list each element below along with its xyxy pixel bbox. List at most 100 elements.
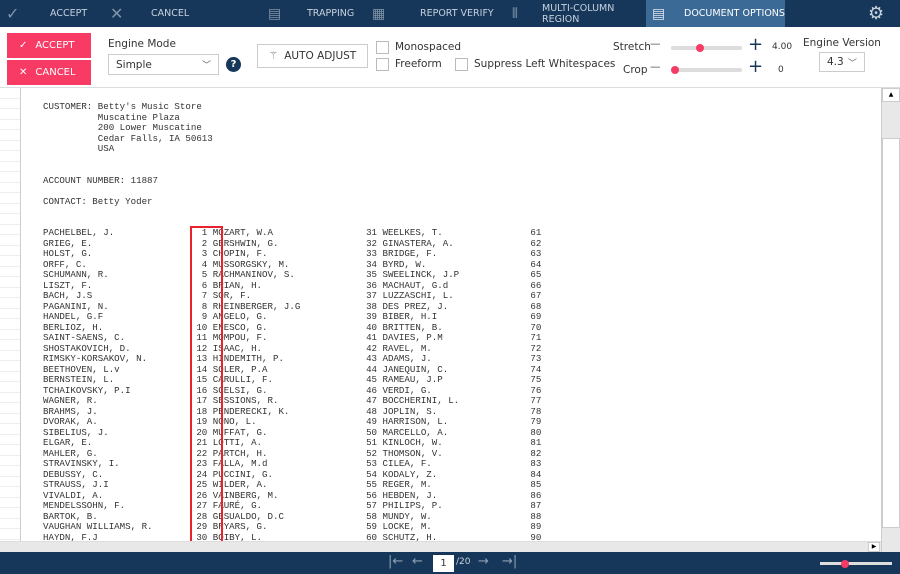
name-cell: KINLOCH, W. [382, 437, 443, 448]
trapping-tab[interactable]: ▤ TRAPPING [262, 0, 362, 27]
first-page-icon[interactable]: |← [388, 554, 403, 569]
table-row: MENDELSSOHN, F. 27 FAURÉ, G. 57 PHILIPS, P. 8… [43, 500, 541, 512]
options-toolbar: ✓ ACCEPT ✕ CANCEL Engine Mode Simple ﹀ ? ⚚ A… [0, 27, 900, 88]
number-cell: 61 [530, 227, 542, 238]
name-cell: CILEA, F. [382, 458, 432, 469]
report-verify-label: REPORT VERIFY [420, 8, 494, 19]
number-cell: 69 [530, 311, 542, 322]
column-selection-box[interactable] [190, 226, 223, 541]
columns-icon: ⫴ [512, 5, 518, 22]
monospaced-checkbox[interactable] [376, 41, 389, 54]
name-cell: DVORAK, A. [43, 416, 98, 427]
scroll-up-icon[interactable]: ▲ [882, 88, 900, 102]
zoom-slider-thumb[interactable] [841, 559, 850, 568]
header-line: 200 Lower Muscatine [43, 122, 202, 133]
name-cell: WEELKES, T. [382, 227, 443, 238]
trapping-icon: ▤ [268, 5, 282, 22]
number-cell: 47 [366, 395, 378, 406]
name-cell: VAUGHAN WILLIAMS, R. [43, 521, 153, 532]
crop-slider-thumb[interactable] [671, 66, 679, 74]
number-cell: 49 [366, 416, 378, 427]
number-cell: 65 [530, 269, 542, 280]
help-icon[interactable]: ? [226, 57, 241, 72]
name-cell: ADAMS, J. [382, 353, 432, 364]
multi-column-tab[interactable]: ⫴ MULTI-COLUMN REGION [508, 0, 646, 27]
document-options-tab[interactable]: ▤ DOCUMENT OPTIONS [646, 0, 785, 27]
name-cell: SCHUMANN, R. [43, 269, 109, 280]
number-cell: 41 [366, 332, 378, 343]
close-icon: ✕ [110, 4, 124, 23]
accept-label: ACCEPT [50, 8, 88, 19]
trapping-label: TRAPPING [307, 8, 355, 19]
cancel-button[interactable]: ✕ CANCEL [7, 60, 91, 85]
vertical-scrollbar[interactable]: ▲ [881, 88, 900, 552]
name-cell: SWEELINCK, J.P [382, 269, 460, 280]
name-cell: SAINT-SAENS, C. [43, 332, 126, 343]
vertical-scroll-thumb[interactable] [882, 138, 900, 528]
crop-slider[interactable] [671, 66, 742, 74]
header-line [43, 186, 213, 197]
number-cell: 45 [366, 374, 378, 385]
name-cell: PHILIPS, P. [382, 500, 443, 511]
name-cell: BACH, J.S [43, 290, 93, 301]
accept-tab-button[interactable]: ✓ ACCEPT [0, 0, 100, 27]
number-cell: 63 [530, 248, 542, 259]
engine-mode-select[interactable]: Simple ﹀ [108, 54, 219, 75]
header-line: CUSTOMER: Betty's Music Store [43, 101, 202, 112]
chevron-down-icon: ﹀ [847, 58, 857, 69]
crop-plus-button[interactable]: + [748, 56, 763, 77]
stretch-minus-button[interactable]: — [650, 38, 661, 50]
number-cell: 55 [366, 479, 378, 490]
name-cell: DAVIES, P.M [382, 332, 443, 343]
stretch-plus-button[interactable]: + [748, 34, 763, 55]
name-cell: SCHUTZ, H. [382, 531, 438, 541]
cancel-tab-button[interactable]: ✕ CANCEL [105, 0, 215, 27]
number-cell: 79 [530, 416, 542, 427]
number-cell: 53 [366, 458, 378, 469]
number-cell: 75 [530, 374, 542, 385]
suppress-whitespaces-checkbox[interactable] [455, 58, 468, 71]
document-settings-icon: ▤ [652, 5, 666, 22]
number-cell: 60 [366, 531, 378, 541]
number-cell: 89 [530, 521, 542, 532]
name-cell: MENDELSSOHN, F. [43, 500, 126, 511]
scroll-right-icon[interactable]: ▶ [868, 542, 880, 552]
header-line [43, 165, 213, 176]
report-verify-tab[interactable]: ▦ REPORT VERIFY [368, 0, 498, 27]
stretch-slider[interactable] [671, 44, 742, 52]
name-cell: STRAUSS, J.I [43, 479, 109, 490]
freeform-checkbox[interactable] [376, 58, 389, 71]
next-page-icon[interactable]: → [478, 554, 489, 569]
engine-mode-value: Simple [116, 58, 152, 71]
name-cell: HAYDN, F.J [43, 531, 98, 541]
last-page-icon[interactable]: →| [502, 554, 517, 569]
name-cell: WAGNER, R. [43, 395, 98, 406]
name-cell: ELGAR, E. [43, 437, 93, 448]
page-number-input[interactable]: 1 [433, 555, 454, 572]
number-cell: 85 [530, 479, 542, 490]
number-cell: 31 [366, 227, 378, 238]
name-cell: HARRISON, L. [382, 416, 449, 427]
name-cell: BRIDGE, F. [382, 248, 438, 259]
crop-minus-button[interactable]: — [650, 61, 661, 73]
table-row: STRAVINSKY, I. 23 FALLA, M.d 53 CILEA, F. 83 [43, 458, 541, 470]
gear-icon[interactable]: ⚙ [868, 0, 892, 27]
table-row: WAGNER, R. 17 SESSIONS, R. 47 BOCCHERINI, L.… [43, 395, 541, 407]
name-cell: PACHELBEL, J. [43, 227, 115, 238]
zoom-slider[interactable] [820, 559, 892, 568]
number-cell: 39 [366, 311, 378, 322]
document-viewer: CUSTOMER: Betty's Music Store Muscatine … [0, 88, 881, 541]
table-row: PACHELBEL, J. 1 MOZART, W.A 31 WEELKES, T. 61 [43, 227, 541, 239]
table-row: SCHUMANN, R. 5 RACHMANINOV, S. 35 SWEELINCK,… [43, 269, 541, 281]
header-line: USA [43, 143, 115, 154]
table-row: HANDEL, G.F 9 ANGELO, G. 39 BIBER, H.I 69 [43, 311, 541, 323]
previous-page-icon[interactable]: ← [412, 554, 423, 569]
table-row: HAYDN, F.J 30 BOIBY, L. 60 SCHUTZ, H. 90 [43, 531, 541, 541]
engine-version-select[interactable]: 4.3 ﹀ [819, 52, 865, 72]
accept-button[interactable]: ✓ ACCEPT [7, 33, 91, 58]
auto-adjust-button[interactable]: ⚚ AUTO ADJUST [257, 44, 368, 68]
number-cell: 77 [530, 395, 542, 406]
stretch-slider-thumb[interactable] [696, 44, 705, 52]
chevron-down-icon: ﹀ [201, 61, 211, 71]
horizontal-scrollbar[interactable]: ▶ [0, 541, 881, 552]
